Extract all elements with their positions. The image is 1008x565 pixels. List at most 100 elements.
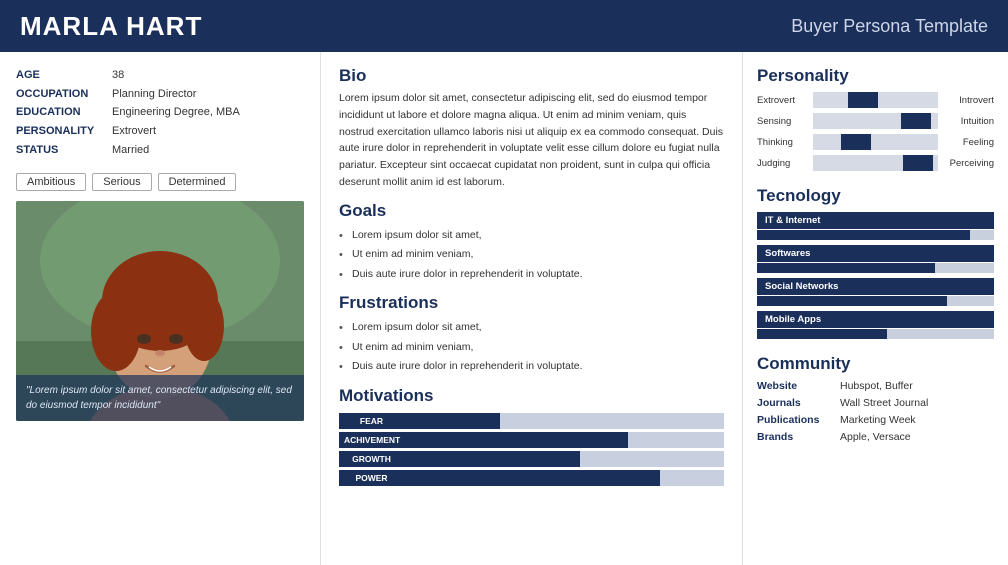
tech-bar-row-2: Social Networks <box>757 278 994 306</box>
goal-item-2: • Ut enim ad minim veniam, <box>339 247 724 264</box>
education-value: Engineering Degree, MBA <box>112 103 240 122</box>
status-value: Married <box>112 141 149 160</box>
tech-track-3 <box>757 329 994 339</box>
technology-bars: IT & Internet Softwares Social Networks … <box>757 212 994 339</box>
persona-name: MARLA HART <box>20 11 202 42</box>
personality-row-2: Thinking Feeling <box>757 134 994 150</box>
frust-text-2: Ut enim ad minim veniam, <box>352 340 473 357</box>
mot-label-1: ACHIVEMENT <box>339 432 405 448</box>
mot-fill-3 <box>404 470 660 486</box>
comm-value-0: Hubspot, Buffer <box>840 380 913 392</box>
pers-right-3: Perceiving <box>942 158 994 169</box>
header: MARLA HART Buyer Persona Template <box>0 0 1008 52</box>
info-table: AGE 38 OCCUPATION Planning Director EDUC… <box>16 66 304 159</box>
community-rows: Website Hubspot, Buffer Journals Wall St… <box>757 380 994 443</box>
pers-left-1: Sensing <box>757 116 809 127</box>
pers-marker-1 <box>901 113 931 129</box>
goals-section: Goals • Lorem ipsum dolor sit amet, • Ut… <box>339 201 724 284</box>
bio-text: Lorem ipsum dolor sit amet, consectetur … <box>339 90 724 191</box>
bullet-icon-3: • <box>339 267 347 284</box>
technology-section: Tecnology IT & Internet Softwares Social… <box>757 186 994 344</box>
mot-fill-1 <box>405 432 628 448</box>
education-label: EDUCATION <box>16 103 106 122</box>
bullet-icon-1: • <box>339 228 347 245</box>
comm-label-0: Website <box>757 380 832 392</box>
personality-rows: Extrovert Introvert Sensing Intuition Th… <box>757 92 994 171</box>
mot-track-3 <box>404 470 724 486</box>
pers-right-2: Feeling <box>942 137 994 148</box>
status-label: STATUS <box>16 141 106 160</box>
tech-fill-0 <box>757 230 970 240</box>
pers-track-1 <box>813 113 938 129</box>
tech-label-2: Social Networks <box>757 278 994 295</box>
community-title: Community <box>757 354 994 374</box>
photo-container: "Lorem ipsum dolor sit amet, consectetur… <box>16 201 304 421</box>
occupation-row: OCCUPATION Planning Director <box>16 85 304 104</box>
status-row: STATUS Married <box>16 141 304 160</box>
comm-label-2: Publications <box>757 414 832 426</box>
personality-value: Extrovert <box>112 122 156 141</box>
community-row-1: Journals Wall Street Journal <box>757 397 994 409</box>
tech-track-2 <box>757 296 994 306</box>
motivations-section: Motivations FEAR ACHIVEMENT GROWTH POWER <box>339 386 724 486</box>
tech-track-0 <box>757 230 994 240</box>
left-column: AGE 38 OCCUPATION Planning Director EDUC… <box>0 52 320 565</box>
mot-track-0 <box>404 413 724 429</box>
community-row-0: Website Hubspot, Buffer <box>757 380 994 392</box>
age-row: AGE 38 <box>16 66 304 85</box>
mot-fill-0 <box>404 413 500 429</box>
mot-bar-row-1: ACHIVEMENT <box>339 432 724 448</box>
frust-item-1: • Lorem ipsum dolor sit amet, <box>339 320 724 337</box>
education-row: EDUCATION Engineering Degree, MBA <box>16 103 304 122</box>
personality-row-3: Judging Perceiving <box>757 155 994 171</box>
tech-fill-1 <box>757 263 935 273</box>
personality-row: PERSONALITY Extrovert <box>16 122 304 141</box>
comm-value-2: Marketing Week <box>840 414 916 426</box>
tech-bar-row-1: Softwares <box>757 245 994 273</box>
motivations-title: Motivations <box>339 386 724 406</box>
mot-label-3: POWER <box>339 470 404 486</box>
mot-fill-2 <box>404 451 580 467</box>
frust-bullet-2: • <box>339 340 347 357</box>
pers-left-3: Judging <box>757 158 809 169</box>
pers-marker-2 <box>841 134 871 150</box>
page: MARLA HART Buyer Persona Template AGE 38… <box>0 0 1008 565</box>
mot-track-2 <box>404 451 724 467</box>
mot-label-0: FEAR <box>339 413 404 429</box>
goal-item-3: • Duis aute irure dolor in reprehenderit… <box>339 267 724 284</box>
mot-track-1 <box>405 432 724 448</box>
age-value: 38 <box>112 66 124 85</box>
occupation-label: OCCUPATION <box>16 85 106 104</box>
motivations-bars: FEAR ACHIVEMENT GROWTH POWER <box>339 413 724 486</box>
pers-marker-3 <box>903 155 933 171</box>
photo-caption: "Lorem ipsum dolor sit amet, consectetur… <box>16 375 304 421</box>
bullet-icon-2: • <box>339 247 347 264</box>
personality-title: Personality <box>757 66 994 86</box>
tag-ambitious: Ambitious <box>16 173 86 191</box>
mot-bar-row-0: FEAR <box>339 413 724 429</box>
tech-fill-2 <box>757 296 947 306</box>
pers-left-0: Extrovert <box>757 95 809 106</box>
frust-item-2: • Ut enim ad minim veniam, <box>339 340 724 357</box>
comm-value-3: Apple, Versace <box>840 431 911 443</box>
mot-label-2: GROWTH <box>339 451 404 467</box>
tech-label-3: Mobile Apps <box>757 311 994 328</box>
tags-row: Ambitious Serious Determined <box>16 173 304 191</box>
tech-track-1 <box>757 263 994 273</box>
goal-item-1: • Lorem ipsum dolor sit amet, <box>339 228 724 245</box>
technology-title: Tecnology <box>757 186 994 206</box>
goal-text-2: Ut enim ad minim veniam, <box>352 247 473 264</box>
personality-row-1: Sensing Intuition <box>757 113 994 129</box>
middle-column: Bio Lorem ipsum dolor sit amet, consecte… <box>320 52 743 565</box>
goals-title: Goals <box>339 201 724 221</box>
tag-serious: Serious <box>92 173 151 191</box>
tag-determined: Determined <box>158 173 237 191</box>
frust-bullet-3: • <box>339 359 347 376</box>
age-label: AGE <box>16 66 106 85</box>
frust-text-3: Duis aute irure dolor in reprehenderit i… <box>352 359 583 376</box>
tech-bar-row-3: Mobile Apps <box>757 311 994 339</box>
pers-track-3 <box>813 155 938 171</box>
pers-right-1: Intuition <box>942 116 994 127</box>
personality-section: Personality Extrovert Introvert Sensing … <box>757 66 994 176</box>
comm-value-1: Wall Street Journal <box>840 397 928 409</box>
